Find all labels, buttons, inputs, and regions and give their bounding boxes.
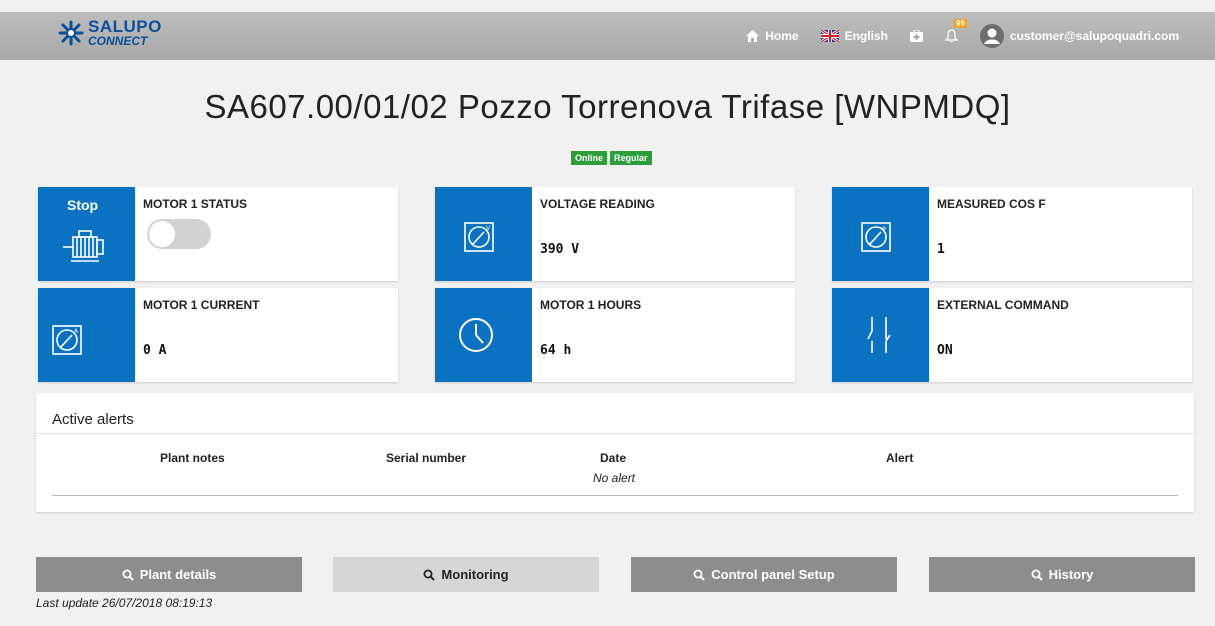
history-button[interactable]: History bbox=[929, 557, 1195, 592]
motor-toggle-knob bbox=[149, 221, 175, 247]
svg-text:φ: φ bbox=[882, 225, 886, 232]
current-value: 0 A bbox=[143, 343, 167, 358]
page-title: SA607.00/01/02 Pozzo Torrenova Trifase [… bbox=[204, 88, 1011, 125]
status-badge-regular: Regular bbox=[610, 151, 652, 165]
logo[interactable]: SALUPO CONNECT bbox=[58, 18, 162, 47]
motor-icon bbox=[63, 230, 104, 262]
logo-icon bbox=[58, 20, 84, 45]
no-alert-text: No alert bbox=[593, 471, 636, 485]
card-voltage: V VOLTAGE READING 390 V bbox=[435, 187, 795, 281]
card-current-iconbox: A bbox=[38, 288, 135, 382]
card-current: A MOTOR 1 CURRENT 0 A bbox=[38, 288, 398, 382]
bell-icon bbox=[944, 29, 958, 43]
home-icon bbox=[746, 30, 760, 42]
nav-user[interactable]: customer@salupoquadri.com bbox=[979, 24, 1179, 48]
avatar-icon bbox=[979, 24, 1004, 48]
col-plant-notes: Plant notes bbox=[160, 451, 225, 465]
control-panel-label: Control panel Setup bbox=[711, 567, 835, 582]
cosf-label: MEASURED COS F bbox=[937, 197, 1046, 211]
logo-title: SALUPO bbox=[88, 17, 162, 36]
svg-text:V: V bbox=[486, 225, 491, 232]
ammeter-icon: A bbox=[52, 325, 82, 355]
card-hours-iconbox bbox=[435, 288, 532, 382]
nav-language-label: English bbox=[844, 29, 888, 43]
search-icon bbox=[122, 569, 134, 581]
voltmeter-icon: V bbox=[464, 222, 494, 252]
cosf-meter-icon: φ bbox=[861, 222, 891, 252]
hours-label: MOTOR 1 HOURS bbox=[540, 298, 642, 312]
uk-flag-icon bbox=[820, 30, 839, 42]
notification-badge: 99 bbox=[953, 19, 967, 28]
alerts-bottom-line bbox=[52, 495, 1178, 496]
nav-first-aid[interactable] bbox=[909, 30, 923, 42]
search-icon bbox=[1031, 569, 1043, 581]
col-alert: Alert bbox=[886, 451, 914, 465]
col-date: Date bbox=[600, 451, 627, 465]
voltage-label: VOLTAGE READING bbox=[540, 197, 655, 211]
top-bar: SALUPO CONNECT Home English 99 customer@… bbox=[0, 12, 1215, 60]
motor-status-label: MOTOR 1 STATUS bbox=[143, 197, 248, 211]
nav-notifications[interactable]: 99 bbox=[944, 19, 967, 43]
card-voltage-iconbox: V bbox=[435, 187, 532, 281]
svg-text:A: A bbox=[74, 328, 79, 335]
nav-home-label: Home bbox=[765, 29, 799, 43]
external-value: ON bbox=[937, 343, 953, 358]
search-icon bbox=[423, 569, 436, 581]
motor-toggle[interactable] bbox=[147, 219, 211, 249]
plant-details-label: Plant details bbox=[139, 567, 217, 582]
clock-icon bbox=[459, 318, 493, 352]
control-panel-setup-button[interactable]: Control panel Setup bbox=[631, 557, 897, 592]
alerts-divider bbox=[36, 433, 1194, 434]
switch-contact-icon bbox=[867, 317, 891, 353]
current-label: MOTOR 1 CURRENT bbox=[143, 298, 260, 312]
monitoring-button[interactable]: Monitoring bbox=[333, 557, 599, 592]
card-external-iconbox bbox=[832, 288, 929, 382]
logo-subtitle: CONNECT bbox=[88, 34, 148, 48]
history-label: History bbox=[1048, 567, 1094, 582]
search-icon bbox=[693, 569, 705, 581]
card-cosf-iconbox: φ bbox=[832, 187, 929, 281]
status-badge-online: Online bbox=[571, 151, 608, 165]
voltage-value: 390 V bbox=[540, 242, 580, 257]
first-aid-icon bbox=[909, 30, 923, 42]
motor-state-label: Stop bbox=[67, 197, 99, 213]
external-label: EXTERNAL COMMAND bbox=[937, 298, 1069, 312]
plant-details-button[interactable]: Plant details bbox=[36, 557, 302, 592]
card-motor-status: Stop MOTOR 1 STATUS bbox=[38, 187, 398, 281]
alerts-panel: Active alerts Plant notes Serial number … bbox=[36, 393, 1194, 512]
card-cosf: φ MEASURED COS F 1 bbox=[832, 187, 1192, 281]
card-hours: MOTOR 1 HOURS 64 h bbox=[435, 288, 795, 382]
card-motor-status-iconbox: Stop bbox=[38, 187, 135, 281]
top-nav: Home English 99 customer@salupoquadri.co… bbox=[746, 12, 1179, 60]
nav-language[interactable]: English bbox=[820, 29, 888, 43]
status-tags: Online Regular bbox=[571, 151, 652, 165]
user-email: customer@salupoquadri.com bbox=[1009, 29, 1179, 43]
card-external: EXTERNAL COMMAND ON bbox=[832, 288, 1192, 382]
last-update: Last update 26/07/2018 08:19:13 bbox=[36, 596, 213, 610]
nav-home[interactable]: Home bbox=[746, 29, 799, 43]
monitoring-label: Monitoring bbox=[441, 567, 509, 582]
cosf-value: 1 bbox=[937, 242, 945, 257]
col-serial-number: Serial number bbox=[386, 451, 467, 465]
hours-value: 64 h bbox=[540, 343, 572, 358]
alerts-title: Active alerts bbox=[52, 411, 134, 428]
